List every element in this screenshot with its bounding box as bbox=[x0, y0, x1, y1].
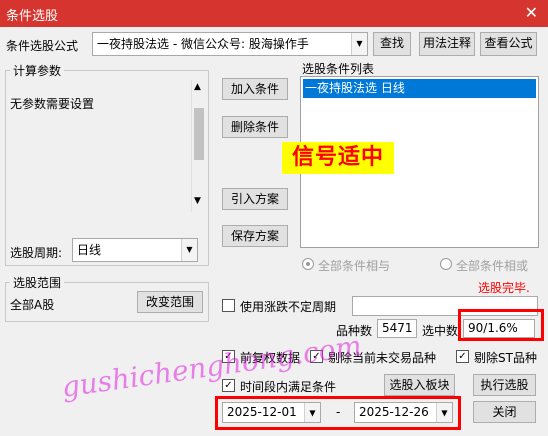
window-title: 条件选股 bbox=[6, 9, 59, 24]
change-range-button[interactable]: 改变范围 bbox=[137, 291, 203, 313]
period-label: 选股周期: bbox=[10, 246, 63, 260]
selected-highlight-box bbox=[458, 309, 544, 341]
time-range-label: 时间段内满足条件 bbox=[240, 380, 337, 394]
delete-condition-button[interactable]: 删除条件 bbox=[222, 116, 288, 138]
scroll-down-icon[interactable]: ▼ bbox=[194, 196, 201, 206]
selected-label: 选中数 bbox=[422, 324, 459, 338]
irregular-period-label: 使用涨跌不定周期 bbox=[240, 300, 337, 314]
irregular-period-checkbox[interactable] bbox=[222, 299, 235, 312]
condition-list-title: 选股条件列表 bbox=[302, 62, 375, 76]
exclude-untraded-label: 剔除当前未交易品种 bbox=[328, 351, 437, 365]
period-value: 日线 bbox=[77, 243, 102, 257]
formula-select[interactable]: 一夜持股法选 - 微信公众号: 股海操作手 ▼ bbox=[92, 32, 368, 56]
and-label: 全部条件相与 bbox=[318, 259, 391, 273]
exclude-untraded-checkbox[interactable]: ✓ bbox=[310, 350, 323, 363]
date-highlight-box bbox=[215, 396, 461, 430]
count-label: 品种数 bbox=[336, 324, 373, 338]
or-radio[interactable] bbox=[440, 258, 452, 270]
close-button[interactable]: 关闭 bbox=[473, 401, 536, 423]
formula-value: 一夜持股法选 - 微信公众号: 股海操作手 bbox=[97, 37, 309, 51]
forward-adjust-label: 前复权数据 bbox=[240, 351, 301, 365]
usage-notes-button[interactable]: 用法注释 bbox=[419, 32, 475, 56]
radio-dot bbox=[306, 262, 310, 266]
range-group-title: 选股范围 bbox=[10, 274, 65, 291]
chevron-down-icon[interactable]: ▼ bbox=[351, 33, 367, 55]
params-scrollbar[interactable]: ▲ ▼ bbox=[191, 80, 206, 212]
params-text: 无参数需要设置 bbox=[10, 97, 95, 111]
run-selection-button[interactable]: 执行选股 bbox=[473, 374, 536, 396]
signal-overlay-label: 信号适中 bbox=[282, 142, 394, 174]
scroll-thumb[interactable] bbox=[194, 108, 204, 160]
chevron-down-icon[interactable]: ▼ bbox=[181, 239, 197, 261]
exclude-st-checkbox[interactable]: ✓ bbox=[456, 350, 469, 363]
import-plan-button[interactable]: 引入方案 bbox=[222, 188, 288, 210]
title-bar: 条件选股 ✕ bbox=[0, 0, 548, 27]
params-group-title: 计算参数 bbox=[10, 62, 65, 79]
forward-adjust-checkbox[interactable]: ✓ bbox=[222, 350, 235, 363]
time-range-checkbox[interactable]: ✓ bbox=[222, 379, 235, 392]
formula-label: 条件选股公式 bbox=[6, 39, 79, 53]
and-radio[interactable] bbox=[302, 258, 314, 270]
list-item[interactable]: 一夜持股法选 日线 bbox=[303, 79, 536, 98]
to-block-button[interactable]: 选股入板块 bbox=[384, 374, 455, 396]
scroll-up-icon[interactable]: ▲ bbox=[194, 82, 201, 92]
view-formula-button[interactable]: 查看公式 bbox=[480, 32, 537, 56]
or-label: 全部条件相或 bbox=[456, 259, 529, 273]
status-text: 选股完毕. bbox=[478, 281, 530, 295]
count-value: 5471 bbox=[377, 319, 417, 338]
find-button[interactable]: 查找 bbox=[373, 32, 411, 56]
period-select[interactable]: 日线 ▼ bbox=[72, 238, 198, 262]
save-plan-button[interactable]: 保存方案 bbox=[222, 225, 288, 247]
add-condition-button[interactable]: 加入条件 bbox=[222, 78, 288, 100]
range-value: 全部A股 bbox=[10, 298, 55, 312]
close-icon[interactable]: ✕ bbox=[525, 3, 538, 22]
exclude-st-label: 剔除ST品种 bbox=[474, 351, 537, 365]
